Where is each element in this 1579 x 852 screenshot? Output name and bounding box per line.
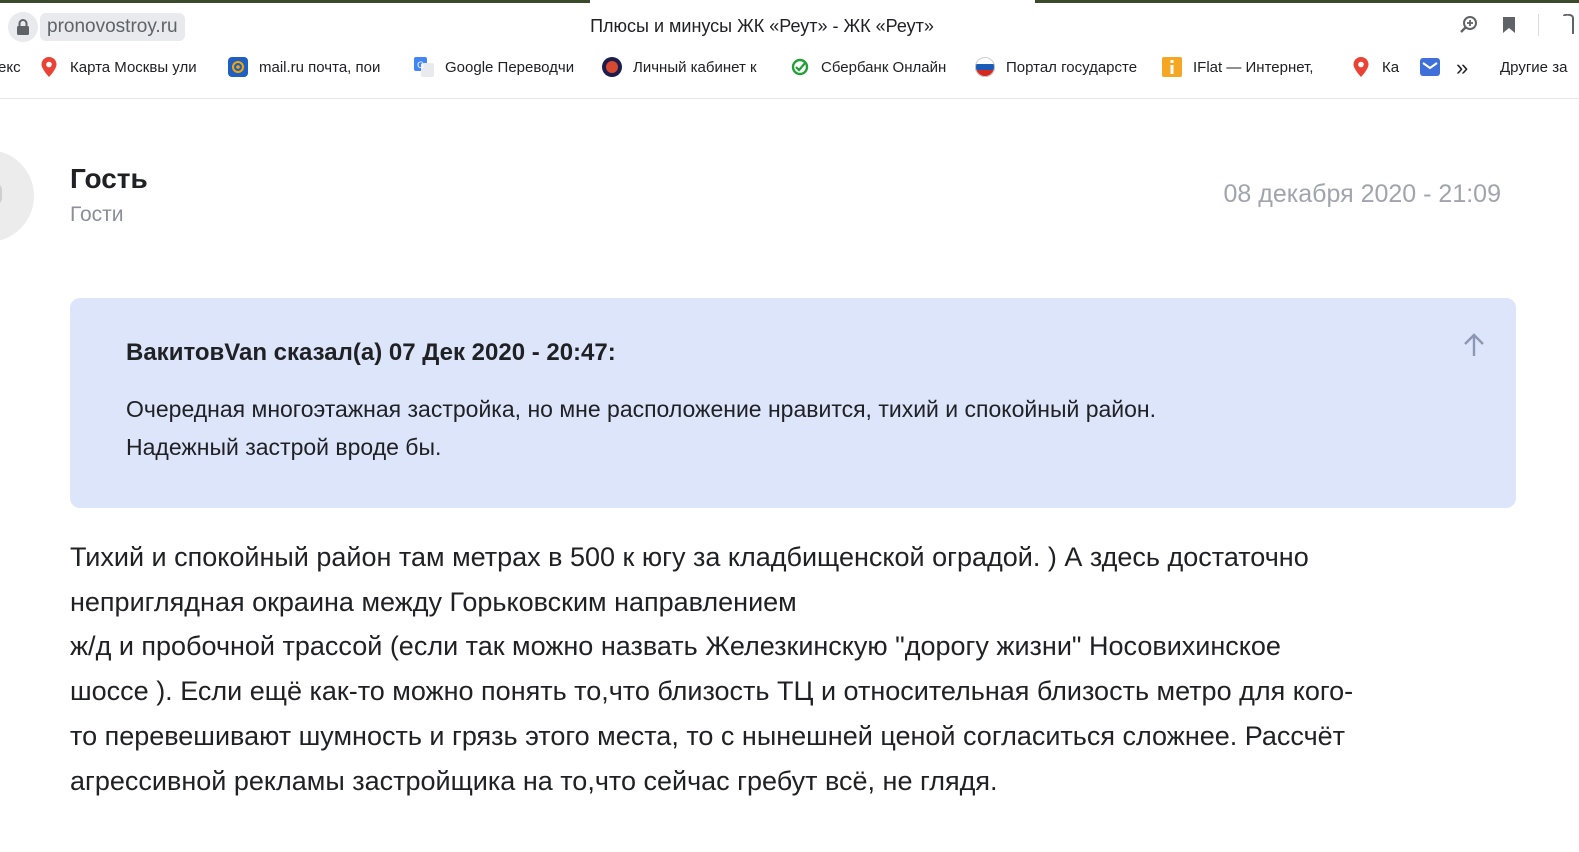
post-line: агрессивной рекламы застройщика на то,чт… bbox=[70, 765, 998, 796]
bookmark-label: Ка bbox=[1382, 58, 1400, 76]
avatar[interactable] bbox=[0, 150, 34, 242]
quote-line: Очередная многоэтажная застройка, но мне… bbox=[126, 396, 1157, 422]
bookmarks-bar: екс Карта Москвы ули mail.ru почта, пои … bbox=[0, 52, 1579, 84]
quote-header: ВакитовVan сказал(а) 07 Дек 2020 - 20:47… bbox=[126, 339, 616, 366]
post-line: шоссе ). Если ещё как-то можно понять то… bbox=[70, 676, 1354, 707]
bookmark-partial[interactable]: екс bbox=[0, 59, 21, 76]
map-pin-icon bbox=[38, 56, 60, 78]
other-bookmarks-folder[interactable]: Другие за bbox=[1500, 59, 1567, 76]
mos-icon bbox=[601, 56, 623, 78]
sberbank-icon bbox=[789, 56, 811, 78]
bookmark-label: IFlat — Интернет, bbox=[1193, 58, 1314, 76]
bookmark-item[interactable]: Ка bbox=[1350, 56, 1404, 78]
toolbar-divider bbox=[1538, 14, 1539, 36]
bookmark-item[interactable]: G Google Переводчи bbox=[413, 56, 581, 78]
post-line: ж/д и пробочной трассой (если так можно … bbox=[70, 631, 1281, 662]
google-translate-icon: G bbox=[413, 56, 435, 78]
jump-to-quote-icon[interactable] bbox=[1462, 332, 1486, 358]
mail-icon bbox=[1419, 56, 1441, 78]
bookmark-label: Личный кабинет к bbox=[633, 58, 757, 76]
bookmark-label: mail.ru почта, пои bbox=[259, 58, 381, 76]
browser-toolbar: pronovostroy.ru Плюсы и минусы ЖК «Реут»… bbox=[0, 0, 1579, 52]
window-edge bbox=[1035, 0, 1579, 3]
bookmark-item[interactable]: Личный кабинет к bbox=[601, 56, 769, 78]
post-author[interactable]: Гость bbox=[70, 163, 148, 195]
bookmark-item[interactable]: Портал государсте bbox=[974, 56, 1142, 78]
bookmark-star-icon[interactable] bbox=[1498, 14, 1520, 36]
bookmark-item[interactable]: mail.ru почта, пои bbox=[227, 56, 395, 78]
bookmark-label: Портал государсте bbox=[1006, 58, 1138, 76]
gosuslugi-icon bbox=[974, 56, 996, 78]
mailru-icon bbox=[227, 56, 249, 78]
more-bookmarks-button[interactable]: » bbox=[1456, 55, 1468, 81]
extension-icon[interactable] bbox=[1557, 14, 1579, 36]
quote-block: ВакитовVan сказал(а) 07 Дек 2020 - 20:47… bbox=[70, 298, 1516, 508]
bookmark-item[interactable]: Карта Москвы ули bbox=[38, 56, 206, 78]
iflat-icon bbox=[1161, 56, 1183, 78]
quote-line: Надежный застрой вроде бы. bbox=[126, 434, 442, 460]
header-divider bbox=[0, 98, 1579, 99]
bookmark-item[interactable]: Сбербанк Онлайн bbox=[789, 56, 961, 78]
zoom-icon[interactable] bbox=[1458, 14, 1480, 36]
bookmark-label: Google Переводчи bbox=[445, 58, 575, 76]
post-date[interactable]: 08 декабря 2020 - 21:09 bbox=[1224, 180, 1501, 209]
window-edge bbox=[0, 0, 590, 3]
bookmark-label: Сбербанк Онлайн bbox=[821, 58, 947, 76]
toolbar-actions bbox=[1458, 14, 1579, 36]
bookmark-item[interactable]: IFlat — Интернет, bbox=[1161, 56, 1327, 78]
bookmark-item[interactable] bbox=[1419, 56, 1451, 78]
map-pin-icon bbox=[1350, 56, 1372, 78]
post-author-group: Гости bbox=[70, 203, 124, 226]
post-line: неприглядная окраина между Горьковским н… bbox=[70, 586, 797, 617]
post-body: Тихий и спокойный район там метрах в 500… bbox=[70, 535, 1530, 803]
page-title: Плюсы и минусы ЖК «Реут» - ЖК «Реут» bbox=[590, 16, 934, 36]
svg-text:G: G bbox=[417, 61, 424, 71]
post-line: Тихий и спокойный район там метрах в 500… bbox=[70, 542, 1309, 572]
post-line: то перевешивают шумность и грязь этого м… bbox=[70, 720, 1346, 751]
quote-text: Очередная многоэтажная застройка, но мне… bbox=[126, 390, 1426, 466]
bookmark-label: Карта Москвы ули bbox=[70, 58, 197, 76]
